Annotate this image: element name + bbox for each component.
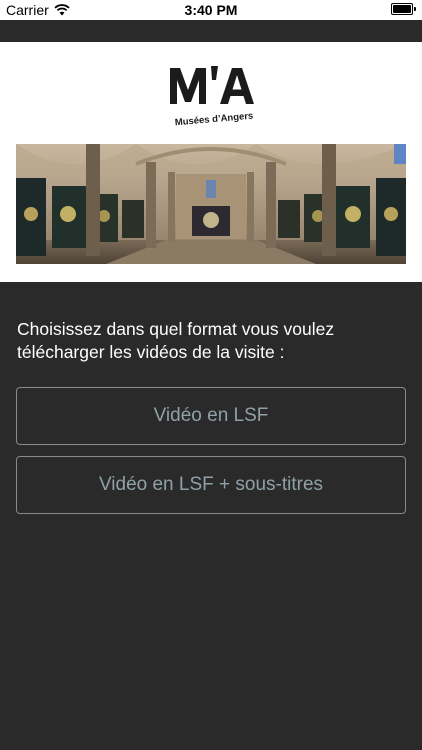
video-lsf-subtitles-button[interactable]: Vidéo en LSF + sous-titres [16,456,406,514]
museum-hall-image [16,144,406,264]
museum-logo [168,60,260,110]
navigation-bar [0,20,422,42]
status-time: 3:40 PM [184,2,238,18]
svg-text:Musées d’Angers: Musées d’Angers [174,111,253,127]
museum-logo-tagline: Musées d’Angers [168,109,260,129]
video-lsf-button[interactable]: Vidéo en LSF [16,387,406,445]
download-format-prompt: Choisissez dans quel format vous voulez … [17,319,335,362]
battery-icon [391,3,416,15]
header: Musées d’Angers [0,42,422,282]
status-right [391,3,416,15]
status-bar: Carrier 3:40 PM [0,0,422,20]
